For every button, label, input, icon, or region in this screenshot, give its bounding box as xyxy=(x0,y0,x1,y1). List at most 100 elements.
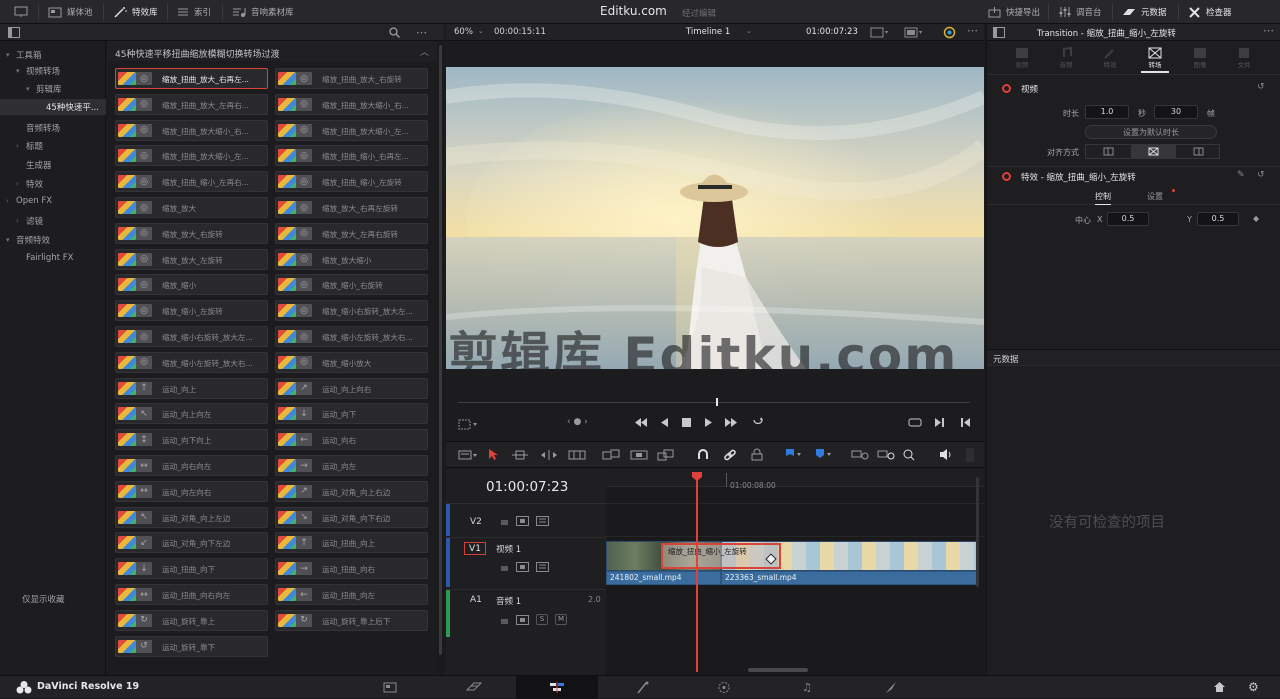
tab-file[interactable]: 文件 xyxy=(1231,47,1257,69)
media-pool-button[interactable]: 媒体池 xyxy=(48,0,93,24)
quick-export-button[interactable]: 快捷导出 xyxy=(988,0,1040,24)
effect-section-header[interactable]: 特效 - 缩放_扭曲_缩小_左旋转 ✎ ↺ xyxy=(987,166,1280,184)
tab-effects[interactable]: 特效 xyxy=(1097,47,1123,69)
effect-tile[interactable]: ↗ 运动_向上向右 xyxy=(275,377,428,399)
effect-tile[interactable]: ◎ 缩放_缩小右旋转_放大左... xyxy=(115,326,268,347)
effect-tile[interactable]: ◎ 缩放_缩小_左旋转 xyxy=(115,300,268,322)
effect-tile[interactable]: ↔ 运动_向左向右 xyxy=(115,480,268,502)
sidebar-item[interactable]: › Open FX xyxy=(6,193,52,209)
zoom-detail-icon[interactable] xyxy=(877,448,897,461)
timeline-options-icon[interactable] xyxy=(458,449,478,461)
workspace-button[interactable] xyxy=(14,0,28,24)
track-enable-icon[interactable] xyxy=(536,562,549,572)
marker-icon[interactable] xyxy=(814,448,834,461)
effect-tile[interactable]: ↖ 运动_向上向左 xyxy=(115,403,268,425)
timeline-ruler[interactable] xyxy=(606,469,984,487)
enable-toggle[interactable] xyxy=(1002,172,1011,181)
position-lock-icon[interactable] xyxy=(751,448,763,461)
effect-tile[interactable]: ◎ 缩放_扭曲_放大缩小_左... xyxy=(115,145,268,167)
effect-tile[interactable]: ↙ 运动_对角_向下左边 xyxy=(115,532,268,554)
expand-caret-icon[interactable]: › xyxy=(16,180,26,188)
expand-caret-icon[interactable]: ▾ xyxy=(26,85,36,93)
effect-tile[interactable]: ◎ 缩放_扭曲_放大_右再左... xyxy=(115,68,268,89)
edit-page-tab[interactable] xyxy=(516,676,598,699)
effect-tile[interactable]: ◎ 缩放_扭曲_缩小_左旋转 xyxy=(275,171,428,193)
sound-library-button[interactable]: 音响素材库 xyxy=(232,0,294,24)
track-v2[interactable]: V2 xyxy=(446,503,606,536)
display-options-icon[interactable] xyxy=(904,27,924,38)
effect-tile[interactable]: ↕ 运动_向下向上 xyxy=(115,429,268,451)
flag-icon[interactable] xyxy=(784,448,804,461)
blade-tool-icon[interactable] xyxy=(568,449,586,461)
subtab-settings[interactable]: 设置 xyxy=(1147,191,1163,202)
effect-wand-icon[interactable]: ✎ xyxy=(1237,170,1245,180)
color-page-icon[interactable] xyxy=(717,681,731,694)
expand-caret-icon[interactable]: › xyxy=(6,197,16,205)
effect-tile[interactable]: ◎ 缩放_放大_左再右旋转 xyxy=(275,222,428,244)
sidebar-item[interactable]: › 滤镜 xyxy=(16,213,43,229)
timeline-playhead[interactable] xyxy=(696,474,698,672)
expand-caret-icon[interactable]: › xyxy=(16,217,26,225)
video-clip-a[interactable]: 241802_small.mp4 xyxy=(606,571,721,585)
effect-tile[interactable]: ← 运动_向右 xyxy=(275,429,428,451)
play-icon[interactable] xyxy=(704,417,713,428)
sidebar-item[interactable]: › 特效 xyxy=(16,176,43,192)
effect-tile[interactable]: ↻ 运动_旋转_靠上后下 xyxy=(275,609,428,631)
effect-tile[interactable]: ◎ 缩放_缩小放大 xyxy=(275,351,428,373)
zoom-dropdown-icon[interactable]: ⌄ xyxy=(478,27,484,35)
tab-audio[interactable]: 音频 xyxy=(1053,47,1079,69)
effect-tile[interactable]: ◎ 缩放_缩小左旋转_放大右... xyxy=(115,351,268,373)
keyframe-icon[interactable] xyxy=(765,553,777,565)
effect-tile[interactable]: ◎ 缩放_扭曲_放大_右旋转 xyxy=(275,68,428,89)
effect-tile[interactable]: ◎ 缩放_放大_右再左旋转 xyxy=(275,197,428,218)
set-default-duration-button[interactable]: 设置为默认时长 xyxy=(1085,125,1217,139)
lock-track-icon[interactable] xyxy=(500,563,509,572)
effect-tile[interactable]: ◎ 缩放_缩小_右旋转 xyxy=(275,274,428,296)
lock-track-icon[interactable] xyxy=(500,517,509,526)
sidebar-item[interactable]: 生成器 xyxy=(16,157,52,173)
tab-image[interactable]: 图像 xyxy=(1187,47,1213,69)
effect-tile[interactable]: ↔ 运动_扭曲_向右向左 xyxy=(115,584,268,605)
effect-tile[interactable]: → 运动_向左 xyxy=(275,455,428,476)
subtab-controls[interactable]: 控制 xyxy=(1095,191,1111,205)
solo-button[interactable]: S xyxy=(536,614,548,625)
reset-icon[interactable]: ↺ xyxy=(1257,170,1265,180)
sidebar-item[interactable]: ▾ 工具箱 xyxy=(6,47,42,63)
effect-tile[interactable]: ◎ 缩放_扭曲_缩小_右再左... xyxy=(275,145,428,167)
collapse-icon[interactable]: ︿ xyxy=(420,45,429,58)
more-options-icon[interactable]: ⋯ xyxy=(416,26,427,39)
sidebar-item[interactable]: ▾ 音频特效 xyxy=(6,232,50,248)
reset-icon[interactable]: ↺ xyxy=(1257,82,1265,92)
scrubber-playhead[interactable] xyxy=(716,398,718,406)
effect-tile[interactable]: ◎ 缩放_缩小左旋转_放大右... xyxy=(275,326,428,347)
auto-select-icon[interactable] xyxy=(516,562,529,572)
enable-toggle[interactable] xyxy=(1002,84,1011,93)
overwrite-clip-icon[interactable] xyxy=(630,449,648,461)
effect-tile[interactable]: ◎ 缩放_放大_左旋转 xyxy=(115,248,268,270)
fairlight-page-icon[interactable]: ♫ xyxy=(802,681,812,694)
effect-tile[interactable]: ↑ 运动_扭曲_向上 xyxy=(275,532,428,554)
track-enable-icon[interactable] xyxy=(536,516,549,526)
trim-tool-icon[interactable] xyxy=(511,449,529,461)
video-clip-b[interactable]: 223363_small.mp4 xyxy=(721,571,979,585)
effect-tile[interactable]: ◎ 缩放_扭曲_放大缩小_右... xyxy=(115,119,268,141)
go-to-end-icon[interactable] xyxy=(724,417,738,428)
expand-caret-icon[interactable]: ▾ xyxy=(16,67,26,75)
jog-control-icon[interactable]: ‹ ● › xyxy=(567,417,588,427)
mixer-button[interactable]: 调音台 xyxy=(1058,0,1102,24)
viewer-more-icon[interactable]: ⋯ xyxy=(967,24,978,37)
video-section-header[interactable]: 视频 ↺ xyxy=(987,80,1280,98)
media-page-icon[interactable] xyxy=(383,681,397,693)
effect-tile[interactable]: ◎ 缩放_扭曲_放大缩小_右... xyxy=(275,93,428,115)
effect-tile[interactable]: ◎ 缩放_扭曲_放大_左再右... xyxy=(115,93,268,115)
tab-video[interactable]: 视频 xyxy=(1009,47,1035,69)
stop-icon[interactable] xyxy=(681,417,691,428)
align-center-button[interactable] xyxy=(1131,145,1176,158)
inspector-panel-icon[interactable] xyxy=(993,27,1005,38)
sidebar-item[interactable]: 45种快速平... xyxy=(0,99,106,115)
search-icon[interactable] xyxy=(389,27,400,38)
track-a1[interactable]: A1 音频 1 2.0 S M xyxy=(446,589,606,637)
zoom-custom-icon[interactable] xyxy=(902,448,922,461)
expand-caret-icon[interactable]: ▾ xyxy=(6,51,16,59)
duration-frames-field[interactable]: 30 xyxy=(1154,105,1198,119)
